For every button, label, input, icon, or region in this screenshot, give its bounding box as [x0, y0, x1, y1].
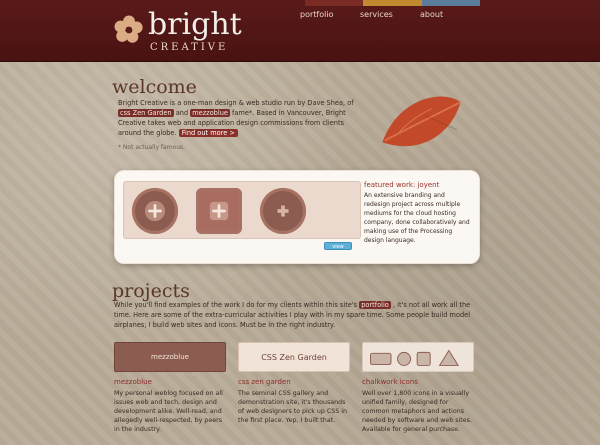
nav-about[interactable]: about	[420, 10, 480, 19]
mezzoblue-thumb-label: mezzoblue	[151, 353, 189, 361]
card-title[interactable]: css zen garden	[238, 378, 350, 386]
featured-thumb-1[interactable]	[132, 188, 178, 234]
welcome-paragraph: Bright Creative is a one-man design & we…	[118, 98, 358, 138]
featured-body: An extensive branding and redesign proje…	[364, 192, 470, 244]
chalkwork-icons-thumb	[370, 349, 460, 366]
featured-thumb-3[interactable]	[260, 188, 306, 234]
card-chalkwork-icons[interactable]: chalkwork icons Well over 1,800 icons in…	[362, 342, 474, 434]
plus-square-icon	[209, 201, 229, 221]
logo-subtitle: CREATIVE	[150, 42, 229, 53]
card-css-zen-garden[interactable]: CSS Zen Garden css zen garden The semina…	[238, 342, 350, 434]
css-zen-link[interactable]: css Zen Garden	[118, 109, 174, 117]
nav-services[interactable]: services	[360, 10, 420, 19]
featured-thumb-2[interactable]	[196, 188, 242, 234]
welcome-text-1: Bright Creative is a one-man design & we…	[118, 99, 354, 107]
bar-3	[421, 0, 480, 6]
chalk-thumb[interactable]	[362, 342, 474, 372]
projects-paragraph: While you'll find examples of the work I…	[114, 300, 486, 330]
featured-thumbs	[132, 188, 306, 234]
view-button[interactable]: view	[324, 242, 352, 250]
find-out-more-link[interactable]: Find out more >	[178, 129, 238, 137]
bar-2	[363, 0, 422, 6]
projects-text-1: While you'll find examples of the work I…	[114, 301, 358, 309]
featured-title: featured work: joyent	[364, 181, 440, 189]
mezzoblue-thumb[interactable]: mezzoblue	[114, 342, 226, 372]
featured-thumbs-area	[123, 181, 361, 239]
card-body: Well over 1,800 icons in a visually unif…	[362, 390, 472, 433]
main-nav: portfolio services about	[300, 10, 480, 19]
welcome-footnote: * Not actually famous.	[118, 144, 186, 151]
project-cards: mezzoblue mezzoblue My personal weblog f…	[114, 342, 474, 434]
portfolio-link[interactable]: portfolio	[359, 301, 391, 309]
card-mezzoblue[interactable]: mezzoblue mezzoblue My personal weblog f…	[114, 342, 226, 434]
logo-word: bright	[148, 7, 242, 42]
plus-icon	[144, 200, 166, 222]
logo[interactable]: bright CREATIVE	[112, 10, 242, 54]
pixel-plus-icon	[273, 201, 293, 221]
card-body: The seminal CSS gallery and demonstratio…	[238, 390, 348, 424]
site-header: bright CREATIVE portfolio services about	[0, 0, 600, 62]
card-body: My personal weblog focused on all issues…	[114, 390, 223, 433]
welcome-title: welcome	[112, 76, 197, 98]
card-title[interactable]: mezzoblue	[114, 378, 226, 386]
nav-portfolio[interactable]: portfolio	[300, 10, 360, 19]
zen-thumb-label: CSS Zen Garden	[261, 352, 327, 362]
welcome-and: and	[175, 109, 189, 117]
top-color-bars	[305, 0, 480, 6]
mezzoblue-link[interactable]: mezzoblue	[190, 109, 230, 117]
zen-thumb[interactable]: CSS Zen Garden	[238, 342, 350, 372]
card-title[interactable]: chalkwork icons	[362, 378, 474, 386]
bar-1	[305, 0, 364, 6]
projects-title: projects	[112, 280, 190, 302]
flower-icon	[114, 15, 143, 43]
decorative-leaf	[382, 96, 461, 147]
